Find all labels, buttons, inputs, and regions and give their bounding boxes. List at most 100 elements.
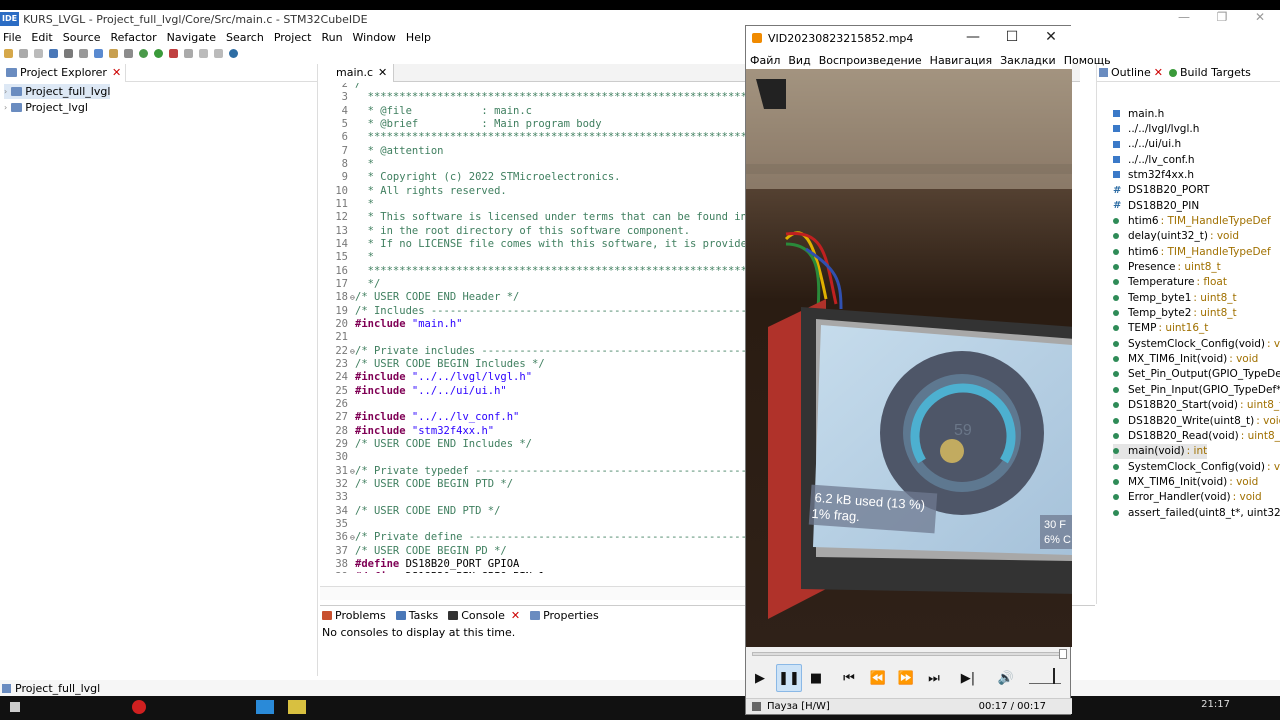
menu-bookmarks[interactable]: Закладки [1000,54,1056,67]
external-tools-icon[interactable] [169,48,178,58]
next-icon[interactable]: ⏭ [921,664,947,692]
tree-item-project-lvgl[interactable]: › Project_lvgl [4,100,88,115]
stop-icon[interactable]: ■ [803,664,829,692]
outline-item[interactable]: ../../ui/ui.h [1113,137,1183,152]
outline-item[interactable]: # DS18B20_PIN [1113,198,1201,213]
menu-help[interactable]: Help [406,31,431,44]
outline-item[interactable]: assert_failed(uint8_t*, uint32_t) : void [1113,505,1280,520]
close-icon[interactable]: ✕ [1240,10,1280,28]
save-icon[interactable] [19,48,28,58]
close-tab-icon[interactable]: ✕ [511,609,520,622]
close-icon[interactable]: ✕ [1036,29,1066,45]
menu-project[interactable]: Project [274,31,312,44]
outline-item[interactable]: MX_TIM6_Init(void) : void [1113,352,1258,367]
close-tab-icon[interactable]: ✕ [378,66,387,79]
menu-navigation[interactable]: Навигация [930,54,992,67]
menu-help[interactable]: Помощь [1064,54,1111,67]
fast-forward-icon[interactable]: ⏩ [893,664,919,692]
app-icon[interactable] [132,700,146,714]
outline-item[interactable]: Temp_byte1 : uint8_t [1113,290,1237,305]
tab-console[interactable]: Console ✕ [448,609,520,622]
menu-playback[interactable]: Воспроизведение [819,54,922,67]
outline-item[interactable]: Set_Pin_Input(GPIO_TypeDef*, uint [1113,382,1280,397]
menu-view[interactable]: Вид [788,54,810,67]
volume-slider[interactable] [1029,672,1061,684]
outline-item[interactable]: DS18B20_Write(uint8_t) : void [1113,413,1280,428]
menu-edit[interactable]: Edit [31,31,52,44]
volume-handle[interactable] [1053,668,1055,684]
pause-icon[interactable]: ❚❚ [776,664,802,692]
search-tool-icon[interactable] [124,48,133,58]
tab-outline[interactable]: Outline ✕ [1099,66,1163,79]
open-type-icon[interactable] [109,48,118,58]
save-all-icon[interactable] [34,48,43,58]
build-config-icon[interactable] [49,48,58,58]
volume-icon[interactable]: 🔊 [993,664,1019,692]
outline-item[interactable]: Set_Pin_Output(GPIO_TypeDef*, ui [1113,367,1280,382]
menu-run[interactable]: Run [321,31,342,44]
outline-item[interactable]: TEMP : uint16_t [1113,321,1208,336]
new-icon[interactable] [4,48,13,58]
seek-handle[interactable] [1059,649,1067,659]
outline-item[interactable]: SystemClock_Config(void) : void [1113,459,1280,474]
app-icon[interactable] [256,700,274,714]
frame-step-icon[interactable]: ▶| [955,664,981,692]
tab-properties[interactable]: Properties [530,609,599,622]
menu-source[interactable]: Source [63,31,101,44]
build-icon[interactable] [64,48,73,58]
outline-item[interactable]: ../../lv_conf.h [1113,152,1197,167]
outline-item[interactable]: htim6 : TIM_HandleTypeDef [1113,244,1271,259]
minimize-icon[interactable]: — [1164,10,1204,28]
rewind-icon[interactable]: ⏪ [865,664,891,692]
outline-item[interactable]: # DS18B20_PORT [1113,183,1211,198]
info-icon[interactable] [229,48,238,58]
maximize-icon[interactable]: ☐ [997,29,1027,45]
outline-item[interactable]: stm32f4xx.h [1113,167,1196,182]
new-project-icon[interactable] [94,48,103,58]
outline-item[interactable]: main(void) : int [1113,443,1208,459]
outline-item[interactable]: main.h [1113,106,1166,121]
menu-navigate[interactable]: Navigate [167,31,216,44]
outline-item[interactable]: MX_TIM6_Init(void) : void [1113,474,1258,489]
tab-problems[interactable]: Problems [322,609,386,622]
menu-window[interactable]: Window [353,31,396,44]
minimize-icon[interactable]: — [958,29,988,45]
seek-bar[interactable] [752,649,1067,659]
back-icon[interactable] [199,48,208,58]
expand-icon[interactable]: › [4,87,7,96]
tab-main-c[interactable]: main.c ✕ [320,63,395,82]
menu-search[interactable]: Search [226,31,264,44]
outline-item[interactable]: delay(uint32_t) : void [1113,229,1239,244]
run-icon[interactable] [154,48,163,58]
outline-item[interactable]: Temp_byte2 : uint8_t [1113,306,1237,321]
menu-refactor[interactable]: Refactor [111,31,157,44]
expand-icon[interactable]: › [4,103,7,112]
code-area[interactable]: 2/3 ************************************… [320,83,745,573]
outline-item[interactable]: Error_Handler(void) : void [1113,490,1262,505]
app-icon[interactable] [288,700,306,714]
tree-item-project-full-lvgl[interactable]: › Project_full_lvgl [4,84,111,99]
menu-file[interactable]: File [3,31,21,44]
outline-item[interactable]: Presence : uint8_t [1113,260,1221,275]
previous-icon[interactable]: ⏮ [836,664,862,692]
close-tab-icon[interactable]: ✕ [112,66,121,79]
outline-item[interactable]: ../../lvgl/lvgl.h [1113,121,1201,136]
close-tab-icon[interactable]: ✕ [1154,66,1163,79]
start-icon[interactable] [10,702,20,712]
debug-icon[interactable] [139,48,148,58]
editor-horizontal-scrollbar[interactable] [320,586,745,600]
outline-item[interactable]: SystemClock_Config(void) : void [1113,336,1280,351]
clean-icon[interactable] [79,48,88,58]
maximize-icon[interactable]: ❐ [1202,10,1242,28]
tab-project-explorer[interactable]: Project Explorer ✕ [0,63,127,82]
outline-item[interactable]: htim6 : TIM_HandleTypeDef [1113,213,1271,228]
forward-icon[interactable] [214,48,223,58]
outline-item[interactable]: DS18B20_Start(void) : uint8_t [1113,398,1280,413]
outline-item[interactable]: DS18B20_Read(void) : uint8_t [1113,428,1280,443]
tab-build-targets[interactable]: Build Targets [1169,66,1251,79]
menu-file[interactable]: Файл [750,54,780,67]
video-frame[interactable]: 59 6.2 kB used (13 %) 1% frag. 30 F 6% C [746,69,1072,647]
play-icon[interactable]: ▶ [747,664,773,692]
outline-item[interactable]: Temperature : float [1113,275,1227,290]
tab-tasks[interactable]: Tasks [395,609,438,622]
